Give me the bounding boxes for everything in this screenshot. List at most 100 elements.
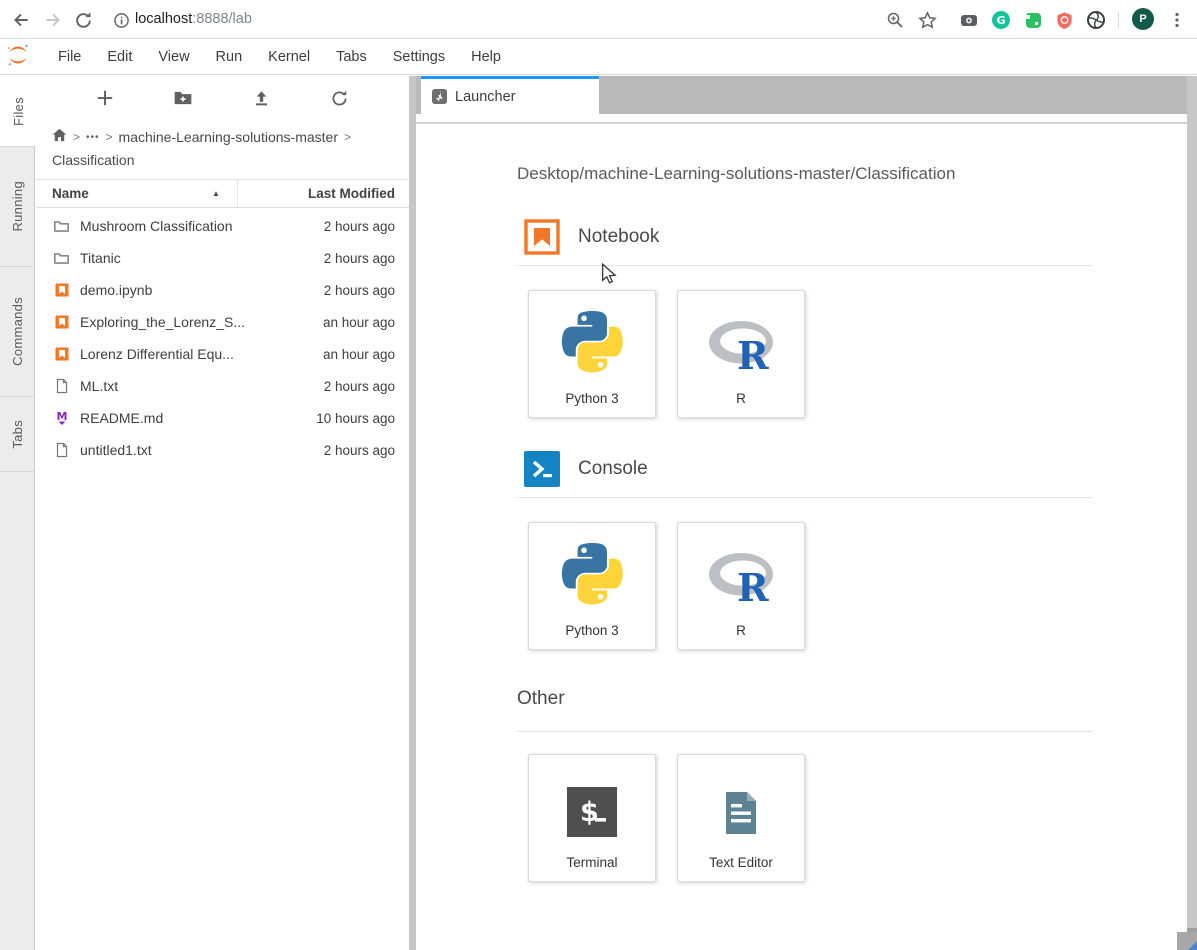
forward-icon[interactable] bbox=[42, 9, 64, 31]
launcher-card-console-r[interactable]: R R bbox=[677, 522, 805, 650]
file-list-header: Name ▲ Last Modified bbox=[36, 179, 409, 208]
launcher-card-texteditor[interactable]: Text Editor bbox=[677, 754, 805, 882]
sidebar-tab-files[interactable]: Files bbox=[0, 76, 36, 147]
other-cards-row: $ Terminal Text Editor bbox=[528, 754, 805, 882]
column-header-modified[interactable]: Last Modified bbox=[308, 186, 395, 201]
launcher-cwd-title: Desktop/machine-Learning-solutions-maste… bbox=[517, 164, 955, 184]
launcher-card-terminal[interactable]: $ Terminal bbox=[528, 754, 656, 882]
toolbar-rule bbox=[416, 122, 1187, 124]
zoom-in-icon[interactable] bbox=[884, 9, 906, 31]
home-icon[interactable] bbox=[52, 126, 67, 149]
notebook-icon bbox=[53, 282, 70, 299]
menu-view[interactable]: View bbox=[145, 49, 202, 65]
svg-text:R: R bbox=[737, 333, 769, 373]
file-name: untitled1.txt bbox=[80, 442, 152, 458]
svg-text:R: R bbox=[737, 565, 769, 605]
sidebar-tab-commands[interactable]: Commands bbox=[0, 267, 35, 397]
refresh-button[interactable] bbox=[328, 86, 352, 110]
new-folder-button[interactable] bbox=[171, 86, 195, 110]
menu-help[interactable]: Help bbox=[458, 49, 514, 65]
launcher-card-notebook-python3[interactable]: Python 3 bbox=[528, 290, 656, 418]
resize-grip-icon[interactable] bbox=[1188, 941, 1197, 950]
new-launcher-button[interactable] bbox=[93, 86, 117, 110]
sidebar-tab-tabs[interactable]: Tabs bbox=[0, 397, 35, 472]
section-divider bbox=[517, 265, 1092, 266]
vertical-scrollbar[interactable] bbox=[1187, 76, 1197, 950]
file-modified: an hour ago bbox=[323, 347, 395, 362]
svg-text:M: M bbox=[56, 410, 67, 423]
text-editor-icon bbox=[717, 755, 765, 837]
svg-text:$: $ bbox=[580, 797, 599, 828]
section-header-notebook: Notebook bbox=[524, 219, 659, 255]
section-header-console: Console bbox=[524, 451, 648, 487]
extension-evernote-icon[interactable] bbox=[1022, 9, 1044, 31]
file-browser-panel: > ••• > machine-Learning-solutions-maste… bbox=[36, 76, 409, 950]
launcher-card-console-python3[interactable]: Python 3 bbox=[528, 522, 656, 650]
table-row[interactable]: demo.ipynb 2 hours ago bbox=[36, 274, 409, 306]
reload-icon[interactable] bbox=[72, 9, 94, 31]
menu-run[interactable]: Run bbox=[203, 49, 256, 65]
file-modified: 2 hours ago bbox=[324, 443, 395, 458]
file-modified: 2 hours ago bbox=[324, 219, 395, 234]
table-row[interactable]: untitled1.txt 2 hours ago bbox=[36, 434, 409, 466]
breadcrumb-current-folder: Classification bbox=[52, 149, 134, 172]
table-row[interactable]: M README.md 10 hours ago bbox=[36, 402, 409, 434]
table-row[interactable]: ML.txt 2 hours ago bbox=[36, 370, 409, 402]
breadcrumb-ellipsis[interactable]: ••• bbox=[86, 126, 100, 149]
menu-kernel[interactable]: Kernel bbox=[255, 49, 323, 65]
breadcrumb-parent-folder[interactable]: machine-Learning-solutions-master bbox=[119, 126, 338, 149]
panel-splitter[interactable] bbox=[409, 76, 416, 950]
extension-swirl-icon[interactable] bbox=[1085, 9, 1107, 31]
url-host: localhost bbox=[135, 11, 192, 27]
sidebar-tab-label: Files bbox=[11, 97, 26, 126]
file-modified: 2 hours ago bbox=[324, 283, 395, 298]
folder-icon bbox=[53, 218, 70, 235]
breadcrumb-separator: > bbox=[344, 126, 351, 149]
card-label: Python 3 bbox=[565, 623, 618, 638]
browser-menu-icon[interactable] bbox=[1166, 9, 1188, 31]
upload-button[interactable] bbox=[250, 86, 274, 110]
extension-shield-icon[interactable] bbox=[1053, 9, 1075, 31]
file-name: Lorenz Differential Equ... bbox=[80, 346, 234, 362]
menu-tabs[interactable]: Tabs bbox=[323, 49, 380, 65]
file-name: Mushroom Classification bbox=[80, 218, 233, 234]
file-name: README.md bbox=[80, 410, 163, 426]
sidebar-tab-running[interactable]: Running bbox=[0, 147, 35, 267]
column-header-name[interactable]: Name bbox=[52, 186, 89, 201]
address-bar[interactable]: localhost:8888/lab bbox=[135, 11, 252, 27]
menu-settings[interactable]: Settings bbox=[380, 49, 458, 65]
browser-toolbar: localhost:8888/lab G P bbox=[0, 0, 1197, 39]
table-row[interactable]: Exploring_the_Lorenz_S... an hour ago bbox=[36, 306, 409, 338]
menu-file[interactable]: File bbox=[45, 49, 94, 65]
notebook-icon bbox=[524, 219, 560, 255]
notebook-icon bbox=[53, 346, 70, 363]
menu-edit[interactable]: Edit bbox=[94, 49, 145, 65]
table-row[interactable]: Titanic 2 hours ago bbox=[36, 242, 409, 274]
table-row[interactable]: Mushroom Classification 2 hours ago bbox=[36, 210, 409, 242]
tab-launcher[interactable]: Launcher bbox=[421, 76, 599, 114]
sidebar-tab-label: Tabs bbox=[10, 420, 25, 449]
browser-window: localhost:8888/lab G P bbox=[0, 0, 1197, 950]
table-row[interactable]: Lorenz Differential Equ... an hour ago bbox=[36, 338, 409, 370]
sidebar-tab-label: Commands bbox=[10, 297, 25, 366]
python-icon bbox=[561, 523, 623, 605]
back-icon[interactable] bbox=[10, 9, 32, 31]
toolbar-separator bbox=[1118, 12, 1119, 28]
launcher-card-notebook-r[interactable]: R R bbox=[677, 290, 805, 418]
file-modified: 2 hours ago bbox=[324, 379, 395, 394]
file-browser-toolbar bbox=[36, 76, 409, 120]
jupyter-logo bbox=[5, 42, 31, 73]
bookmark-star-icon[interactable] bbox=[916, 9, 938, 31]
launcher-icon bbox=[432, 89, 447, 104]
profile-avatar[interactable]: P bbox=[1132, 8, 1154, 30]
sort-ascending-icon[interactable]: ▲ bbox=[212, 189, 220, 198]
svg-text:G: G bbox=[996, 14, 1005, 27]
card-label: R bbox=[736, 623, 746, 638]
card-label: Python 3 bbox=[565, 391, 618, 406]
jupyter-menubar: File Edit View Run Kernel Tabs Settings … bbox=[0, 40, 1197, 75]
section-title: Console bbox=[578, 458, 648, 480]
extension-camera-icon[interactable] bbox=[958, 9, 980, 31]
site-info-icon[interactable] bbox=[110, 9, 132, 31]
text-file-icon bbox=[53, 378, 70, 395]
extension-grammarly-icon[interactable]: G bbox=[990, 9, 1012, 31]
